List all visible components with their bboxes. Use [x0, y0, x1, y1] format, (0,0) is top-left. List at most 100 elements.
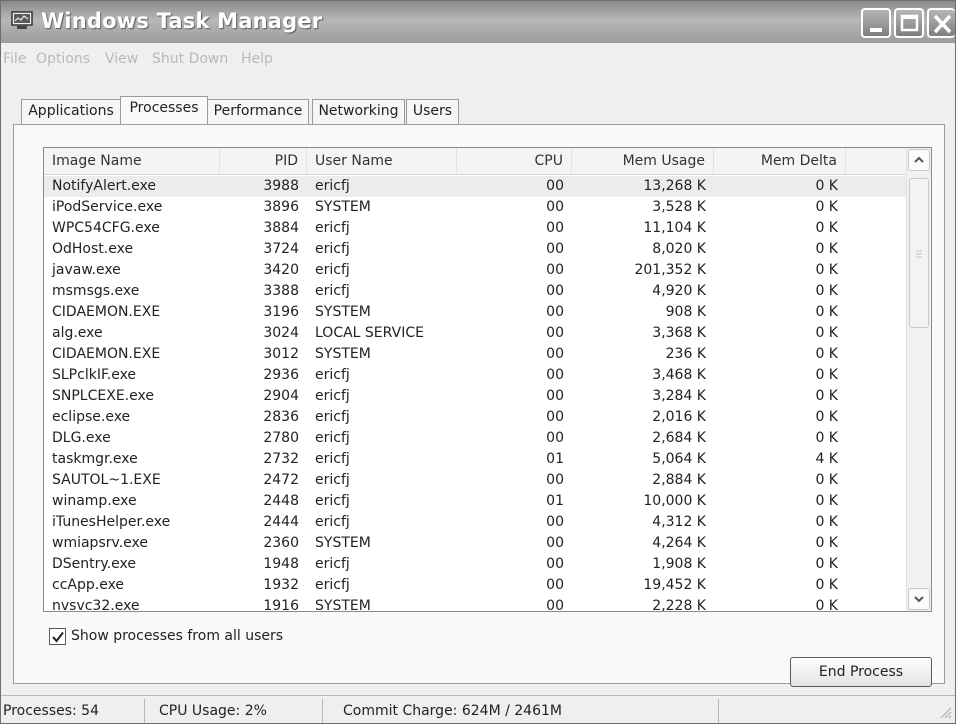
- process-mem-delta: 0 K: [815, 367, 838, 383]
- process-name: SLPclkIF.exe: [52, 367, 137, 383]
- chevron-up-icon: [914, 156, 924, 163]
- status-bar: Processes: 54 CPU Usage: 2% Commit Charg…: [1, 695, 955, 723]
- process-mem-usage: 10,000 K: [643, 493, 706, 509]
- process-cpu: 01: [546, 493, 564, 509]
- menu-shut-down[interactable]: Shut Down: [152, 51, 228, 67]
- process-mem-usage: 2,016 K: [652, 409, 706, 425]
- process-user: ericfj: [315, 514, 350, 530]
- table-row[interactable]: wmiapsrv.exe 2360 SYSTEM 00 4,264 K 0 K: [44, 533, 906, 554]
- process-mem-usage: 4,312 K: [652, 514, 706, 530]
- process-cpu: 00: [546, 325, 564, 341]
- grip-icon: [916, 250, 922, 258]
- column-pid[interactable]: PID: [220, 148, 307, 174]
- process-cpu: 00: [546, 199, 564, 215]
- table-row[interactable]: iPodService.exe 3896 SYSTEM 00 3,528 K 0 K: [44, 197, 906, 218]
- process-name: wmiapsrv.exe: [52, 535, 148, 551]
- process-name: SNPLCEXE.exe: [52, 388, 154, 404]
- table-row[interactable]: iTunesHelper.exe 2444 ericfj 00 4,312 K 0 K: [44, 512, 906, 533]
- process-cpu: 00: [546, 241, 564, 257]
- minimize-icon: [870, 28, 882, 32]
- process-pid: 2444: [263, 514, 299, 530]
- process-mem-delta: 0 K: [815, 598, 838, 612]
- title-bar[interactable]: Windows Task Manager: [1, 1, 955, 43]
- process-user: SYSTEM: [315, 346, 371, 362]
- table-row[interactable]: taskmgr.exe 2732 ericfj 01 5,064 K 4 K: [44, 449, 906, 470]
- resize-grip-icon[interactable]: [938, 705, 952, 719]
- tab-networking[interactable]: Networking: [312, 99, 405, 124]
- vertical-scrollbar[interactable]: [906, 148, 931, 611]
- table-row[interactable]: CIDAEMON.EXE 3012 SYSTEM 00 236 K 0 K: [44, 344, 906, 365]
- process-cpu: 00: [546, 388, 564, 404]
- column-cpu[interactable]: CPU: [457, 148, 572, 174]
- chevron-down-icon: [914, 596, 924, 603]
- process-mem-usage: 4,920 K: [652, 283, 706, 299]
- table-row[interactable]: alg.exe 3024 LOCAL SERVICE 00 3,368 K 0 K: [44, 323, 906, 344]
- scroll-down-button[interactable]: [908, 588, 930, 610]
- process-user: ericfj: [315, 451, 350, 467]
- process-name: OdHost.exe: [52, 241, 134, 257]
- process-mem-delta: 0 K: [815, 535, 838, 551]
- process-cpu: 00: [546, 598, 564, 612]
- close-icon: [933, 14, 952, 34]
- column-mem-delta[interactable]: Mem Delta: [714, 148, 846, 174]
- process-user: ericfj: [315, 178, 350, 194]
- process-mem-delta: 0 K: [815, 199, 838, 215]
- close-button[interactable]: [927, 8, 955, 38]
- window-title: Windows Task Manager: [41, 9, 323, 33]
- table-row[interactable]: ccApp.exe 1932 ericfj 00 19,452 K 0 K: [44, 575, 906, 596]
- table-row[interactable]: eclipse.exe 2836 ericfj 00 2,016 K 0 K: [44, 407, 906, 428]
- process-user: ericfj: [315, 472, 350, 488]
- process-user: ericfj: [315, 409, 350, 425]
- column-mem-usage[interactable]: Mem Usage: [572, 148, 714, 174]
- process-mem-usage: 3,528 K: [652, 199, 706, 215]
- process-mem-delta: 0 K: [815, 304, 838, 320]
- maximize-button[interactable]: [894, 8, 924, 38]
- menu-help[interactable]: Help: [241, 51, 273, 67]
- table-row[interactable]: SAUTOL~1.EXE 2472 ericfj 00 2,884 K 0 K: [44, 470, 906, 491]
- table-row[interactable]: WPC54CFG.exe 3884 ericfj 00 11,104 K 0 K: [44, 218, 906, 239]
- end-process-button[interactable]: End Process: [790, 657, 932, 687]
- tab-users[interactable]: Users: [406, 99, 459, 124]
- table-row[interactable]: DSentry.exe 1948 ericfj 00 1,908 K 0 K: [44, 554, 906, 575]
- tab-performance[interactable]: Performance: [207, 99, 309, 124]
- table-row[interactable]: winamp.exe 2448 ericfj 01 10,000 K 0 K: [44, 491, 906, 512]
- process-pid: 2360: [263, 535, 299, 551]
- process-pid: 2836: [263, 409, 299, 425]
- table-row[interactable]: OdHost.exe 3724 ericfj 00 8,020 K 0 K: [44, 239, 906, 260]
- process-mem-usage: 2,228 K: [652, 598, 706, 612]
- process-cpu: 00: [546, 577, 564, 593]
- tab-processes[interactable]: Processes: [120, 96, 208, 124]
- table-row[interactable]: SNPLCEXE.exe 2904 ericfj 00 3,284 K 0 K: [44, 386, 906, 407]
- list-header: Image Name PID User Name CPU Mem Usage M…: [44, 148, 906, 175]
- checkmark-icon: [52, 631, 64, 643]
- table-row[interactable]: SLPclkIF.exe 2936 ericfj 00 3,468 K 0 K: [44, 365, 906, 386]
- table-row[interactable]: nvsvc32.exe 1916 SYSTEM 00 2,228 K 0 K: [44, 596, 906, 612]
- process-cpu: 00: [546, 178, 564, 194]
- process-pid: 1916: [263, 598, 299, 612]
- table-row[interactable]: javaw.exe 3420 ericfj 00 201,352 K 0 K: [44, 260, 906, 281]
- show-all-users-checkbox[interactable]: [49, 628, 66, 645]
- process-name: ccApp.exe: [52, 577, 125, 593]
- process-mem-usage: 8,020 K: [652, 241, 706, 257]
- column-user-name[interactable]: User Name: [307, 148, 457, 174]
- process-cpu: 00: [546, 409, 564, 425]
- process-name: DLG.exe: [52, 430, 111, 446]
- process-list[interactable]: Image Name PID User Name CPU Mem Usage M…: [43, 147, 932, 612]
- column-image-name[interactable]: Image Name: [44, 148, 220, 174]
- process-mem-delta: 0 K: [815, 493, 838, 509]
- table-row[interactable]: CIDAEMON.EXE 3196 SYSTEM 00 908 K 0 K: [44, 302, 906, 323]
- menu-file[interactable]: File: [3, 51, 26, 67]
- scroll-thumb[interactable]: [909, 178, 929, 328]
- process-mem-usage: 236 K: [665, 346, 706, 362]
- table-row[interactable]: DLG.exe 2780 ericfj 00 2,684 K 0 K: [44, 428, 906, 449]
- process-mem-usage: 3,468 K: [652, 367, 706, 383]
- table-row[interactable]: msmsgs.exe 3388 ericfj 00 4,920 K 0 K: [44, 281, 906, 302]
- menu-options[interactable]: Options: [36, 51, 90, 67]
- process-pid: 3196: [263, 304, 299, 320]
- scroll-up-button[interactable]: [908, 149, 930, 171]
- minimize-button[interactable]: [861, 8, 891, 38]
- process-name: CIDAEMON.EXE: [52, 346, 161, 362]
- menu-view[interactable]: View: [105, 51, 138, 67]
- table-row[interactable]: NotifyAlert.exe 3988 ericfj 00 13,268 K 0 K: [44, 176, 906, 197]
- tab-applications[interactable]: Applications: [21, 99, 121, 124]
